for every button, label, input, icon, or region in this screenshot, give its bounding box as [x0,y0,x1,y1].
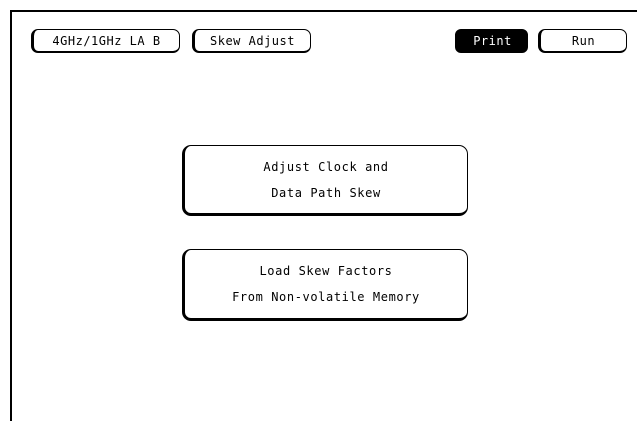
load-skew-line2: From Non-volatile Memory [232,290,420,304]
run-label: Run [571,33,596,48]
analyzer-mode-label: 4GHz/1GHz LA B [52,33,161,48]
skew-adjust-label: Skew Adjust [210,33,295,48]
run-button[interactable]: Run [538,29,627,53]
adjust-clock-data-skew-button[interactable]: Adjust Clock and Data Path Skew [182,145,468,216]
screen-border-top [10,10,637,12]
adjust-skew-line1: Adjust Clock and [263,159,389,174]
adjust-skew-line2: Data Path Skew [271,185,381,200]
print-button[interactable]: Print [455,29,528,53]
load-skew-line1: Load Skew Factors [259,264,393,278]
print-label: Print [473,33,512,48]
analyzer-mode-button[interactable]: 4GHz/1GHz LA B [31,29,180,53]
load-skew-factors-button[interactable]: Load Skew Factors From Non-volatile Memo… [182,249,468,321]
screen-border-left [10,10,12,421]
skew-adjust-menu-button[interactable]: Skew Adjust [192,29,311,53]
